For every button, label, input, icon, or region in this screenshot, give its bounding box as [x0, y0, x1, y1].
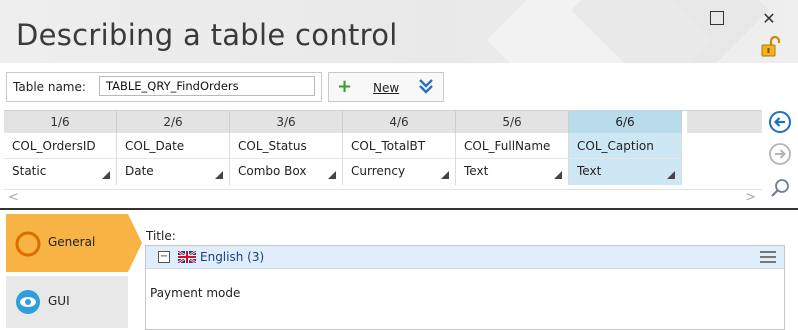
column-index: 1/6 — [4, 111, 117, 133]
resize-grip-icon — [102, 171, 110, 179]
column-index: 5/6 — [456, 111, 569, 133]
column-index: 2/6 — [117, 111, 230, 133]
new-button-group: + New — [328, 72, 444, 102]
tab-gui[interactable]: GUI — [6, 276, 128, 328]
column-index: 3/6 — [230, 111, 343, 133]
column-type-label: Text — [464, 164, 489, 178]
circle-arrow-left-icon[interactable] — [768, 110, 792, 134]
column-name[interactable]: COL_FullName — [456, 133, 569, 159]
column-type-label: Currency — [351, 164, 406, 178]
double-chevron-down-icon[interactable] — [417, 77, 435, 95]
language-name: English (3) — [200, 250, 265, 264]
column-index: 6/6 — [569, 111, 682, 133]
column-type[interactable]: Combo Box — [230, 159, 343, 185]
table-name-input[interactable]: TABLE_QRY_FindOrders — [99, 76, 315, 96]
eye-icon — [16, 290, 40, 314]
maximize-icon — [710, 11, 724, 25]
column-name[interactable]: COL_Caption — [569, 133, 682, 159]
column-type[interactable]: Currency — [343, 159, 456, 185]
resize-grip-icon — [328, 171, 336, 179]
horizontal-scrollbar[interactable]: < > — [4, 189, 762, 206]
column-name[interactable]: COL_OrdersID — [4, 133, 117, 159]
unlocked-padlock-icon[interactable] — [760, 36, 782, 58]
close-button[interactable]: ✕ — [754, 6, 784, 30]
grid-column[interactable]: 3/6 COL_Status Combo Box — [230, 111, 343, 188]
maximize-button[interactable] — [702, 6, 732, 30]
column-type-label: Date — [125, 164, 154, 178]
column-type-label: Text — [577, 164, 602, 178]
column-type[interactable]: Date — [117, 159, 230, 185]
columns-grid: 1/6 COL_OrdersID Static 2/6 COL_Date Dat… — [4, 110, 762, 206]
column-type-label: Static — [12, 164, 47, 178]
table-name-label: Table name: — [13, 80, 86, 94]
uk-flag-icon — [178, 251, 196, 263]
title-field-label: Title: — [146, 229, 176, 243]
tab-label: General — [48, 235, 96, 249]
window-title: Describing a table control — [16, 18, 398, 52]
resize-grip-icon — [554, 171, 562, 179]
general-circle-icon — [15, 231, 41, 257]
column-index: 4/6 — [343, 111, 456, 133]
hamburger-menu-icon[interactable] — [760, 251, 776, 263]
grid-column[interactable]: 4/6 COL_TotalBT Currency — [343, 111, 456, 188]
column-name[interactable]: COL_Date — [117, 133, 230, 159]
title-value-text[interactable]: Payment mode — [150, 286, 240, 300]
column-name[interactable]: COL_Status — [230, 133, 343, 159]
grid-column-selected[interactable]: 6/6 COL_Caption Text — [569, 111, 682, 188]
toolbar: Table name: TABLE_QRY_FindOrders + New — [4, 72, 774, 102]
column-type[interactable]: Text — [456, 159, 569, 185]
collapse-icon[interactable]: − — [158, 251, 170, 263]
resize-grip-icon — [441, 171, 449, 179]
tab-label: GUI — [48, 294, 70, 308]
grid-column[interactable]: 1/6 COL_OrdersID Static — [4, 111, 117, 188]
table-name-group: Table name: TABLE_QRY_FindOrders — [6, 72, 322, 102]
column-type-label: Combo Box — [238, 164, 307, 178]
magnifier-icon[interactable] — [768, 177, 792, 201]
resize-grip-icon — [667, 171, 675, 179]
resize-grip-icon — [215, 171, 223, 179]
section-divider — [0, 208, 798, 210]
plus-icon[interactable]: + — [337, 76, 352, 97]
scroll-left-arrow[interactable]: < — [8, 190, 19, 205]
language-header[interactable]: − English (3) — [146, 246, 784, 269]
header-filler — [687, 111, 762, 133]
scroll-right-arrow[interactable]: > — [745, 190, 756, 205]
column-name[interactable]: COL_TotalBT — [343, 133, 456, 159]
grid-column[interactable]: 5/6 COL_FullName Text — [456, 111, 569, 188]
column-type[interactable]: Text — [569, 159, 682, 185]
tab-general[interactable]: General — [6, 214, 142, 272]
title-bar: Describing a table control ✕ — [0, 0, 798, 63]
new-button[interactable]: New — [373, 81, 399, 95]
column-type[interactable]: Static — [4, 159, 117, 185]
circle-arrow-right-icon[interactable] — [768, 142, 792, 166]
language-box: − English (3) Payment mode — [145, 245, 785, 330]
grid-column[interactable]: 2/6 COL_Date Date — [117, 111, 230, 188]
